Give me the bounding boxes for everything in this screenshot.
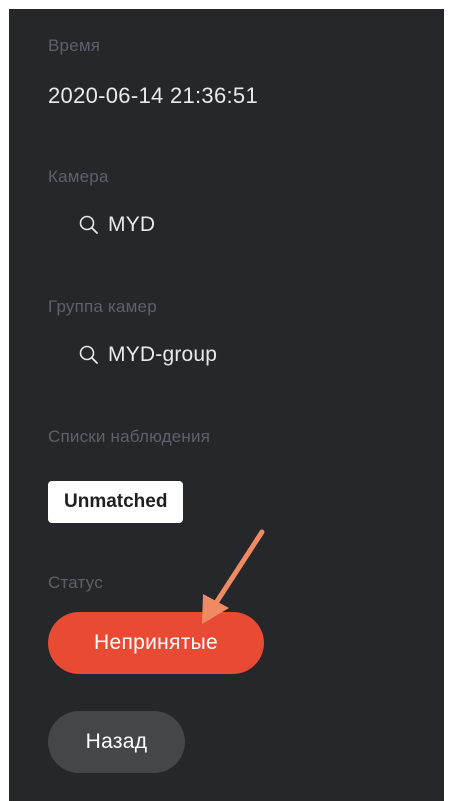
watchlist-badge: Unmatched	[48, 481, 184, 523]
right-border	[444, 0, 453, 801]
camera-value: MYD	[108, 213, 156, 236]
back-button[interactable]: Назад	[48, 711, 185, 773]
status-button[interactable]: Непринятые	[48, 612, 264, 674]
camera-group-value: MYD-group	[108, 343, 218, 366]
left-border	[0, 0, 9, 801]
camera-link[interactable]: MYD	[78, 212, 155, 238]
camera-label: Камера	[48, 167, 109, 186]
watchlists-label: Списки наблюдения	[48, 427, 211, 446]
time-value: 2020-06-14 21:36:51	[48, 83, 258, 108]
camera-group-link[interactable]: MYD-group	[78, 342, 217, 368]
time-label: Время	[48, 36, 101, 55]
event-details-panel	[9, 9, 444, 801]
camera-group-label: Группа камер	[48, 297, 157, 316]
status-label: Статус	[48, 573, 103, 592]
search-icon	[79, 215, 98, 234]
search-icon	[79, 345, 98, 364]
top-border	[0, 0, 453, 9]
